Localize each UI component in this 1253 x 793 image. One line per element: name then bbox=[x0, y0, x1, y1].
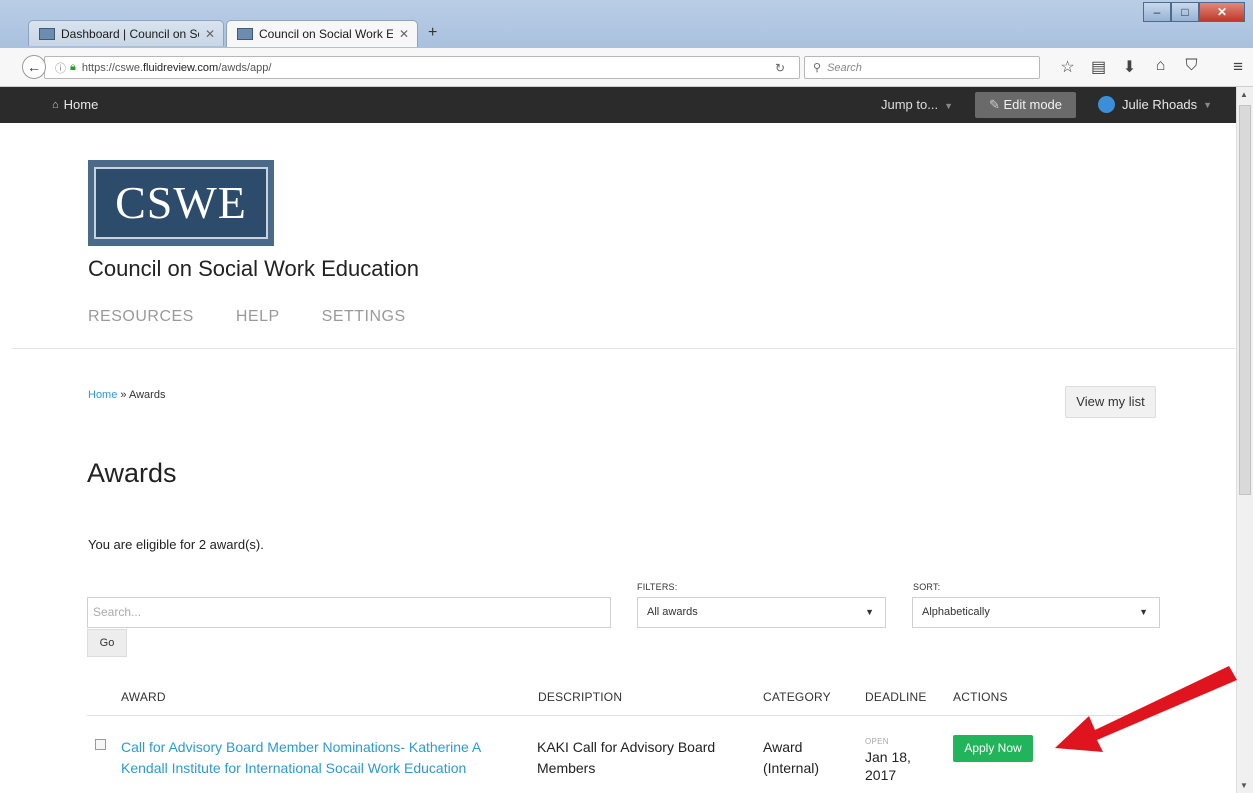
award-search-input[interactable]: Search... bbox=[87, 597, 611, 628]
reload-icon[interactable]: ↻ bbox=[775, 61, 785, 75]
tab-label: Dashboard | Council on So... bbox=[61, 26, 199, 41]
nav-help[interactable]: HELP bbox=[236, 308, 280, 326]
new-tab-button[interactable]: + bbox=[428, 24, 437, 42]
user-menu[interactable]: Julie Rhoads ▼ bbox=[1098, 96, 1212, 113]
jump-to-menu[interactable]: Jump to... ▼ bbox=[881, 97, 953, 112]
award-category: Award (Internal) bbox=[763, 739, 820, 776]
award-link[interactable]: Call for Advisory Board Member Nominatio… bbox=[121, 737, 521, 779]
cswe-favicon-icon bbox=[39, 27, 55, 40]
search-icon: ⚲ bbox=[813, 62, 822, 74]
go-button[interactable]: Go bbox=[87, 629, 127, 657]
url-bar[interactable]: ⓘ 🔒︎ https://cswe.fluidreview.com/awds/a… bbox=[44, 56, 800, 79]
page-title: Awards bbox=[87, 458, 177, 488]
eligibility-text: You are eligible for 2 award(s). bbox=[88, 537, 264, 552]
logo-text: CSWE bbox=[94, 167, 268, 239]
deadline-date: Jan 18, 2017 bbox=[865, 749, 911, 783]
browser-navbar: ⓘ 🔒︎ https://cswe.fluidreview.com/awds/a… bbox=[0, 48, 1253, 87]
deadline-status: OPEN bbox=[865, 737, 889, 746]
arrow-shape bbox=[1055, 666, 1237, 752]
annotation-arrow-icon bbox=[1055, 666, 1237, 752]
edit-mode-button[interactable]: ✎ Edit mode bbox=[975, 92, 1076, 118]
breadcrumb-home-link[interactable]: Home bbox=[88, 389, 117, 401]
filters-label: FILTERS: bbox=[637, 582, 678, 592]
cswe-favicon-icon bbox=[237, 28, 253, 40]
bookmark-star-icon[interactable]: ☆ bbox=[1052, 57, 1083, 77]
scrollbar-thumb[interactable] bbox=[1239, 105, 1251, 495]
header-deadline[interactable]: DEADLINE bbox=[865, 690, 927, 704]
header-actions: ACTIONS bbox=[953, 690, 1008, 704]
window-controls: – □ ✕ bbox=[1143, 2, 1245, 22]
pencil-icon: ✎ bbox=[988, 97, 1000, 112]
avatar-icon bbox=[1098, 96, 1115, 113]
browser-toolbar: ☆ ▤ ⬇ ⌂ ⛉ bbox=[1052, 57, 1207, 77]
main-nav: RESOURCES HELP SETTINGS bbox=[88, 308, 448, 326]
breadcrumb: Home » Awards bbox=[88, 389, 166, 401]
maximize-icon[interactable]: □ bbox=[1171, 2, 1199, 22]
lock-icon[interactable]: 🔒︎ bbox=[70, 61, 76, 74]
info-icon[interactable]: ⓘ bbox=[55, 60, 66, 76]
header-category[interactable]: CATEGORY bbox=[763, 690, 831, 704]
apply-now-button[interactable]: Apply Now bbox=[953, 735, 1033, 762]
tab-council[interactable]: Council on Social Work Ed... ✕ bbox=[226, 20, 418, 47]
close-window-icon[interactable]: ✕ bbox=[1199, 2, 1245, 22]
org-name: Council on Social Work Education bbox=[88, 256, 419, 281]
caret-down-icon: ▼ bbox=[944, 101, 953, 111]
view-my-list-button[interactable]: View my list bbox=[1065, 386, 1156, 418]
scroll-down-icon[interactable]: ▼ bbox=[1240, 781, 1248, 790]
app-topbar: ⌂ Home Jump to... ▼ ✎ Edit mode Julie Rho… bbox=[0, 87, 1253, 123]
home-icon[interactable]: ⌂ bbox=[1145, 57, 1176, 77]
filter-select[interactable]: All awards ▼ bbox=[637, 597, 886, 628]
home-icon: ⌂ bbox=[52, 98, 59, 111]
header-divider bbox=[12, 348, 1236, 349]
caret-down-icon: ▼ bbox=[865, 607, 874, 617]
menu-icon[interactable]: ≡ bbox=[1233, 57, 1243, 77]
breadcrumb-current: Awards bbox=[128, 389, 166, 401]
scroll-up-icon[interactable]: ▲ bbox=[1240, 90, 1248, 99]
close-icon[interactable]: ✕ bbox=[399, 27, 409, 41]
reading-list-icon[interactable]: ▤ bbox=[1083, 57, 1114, 77]
pocket-icon[interactable]: ⛉ bbox=[1176, 57, 1207, 77]
header-award[interactable]: AWARD bbox=[121, 690, 166, 704]
table-header-divider bbox=[87, 715, 1159, 716]
award-description: KAKI Call for Advisory Board Members bbox=[537, 739, 716, 776]
browser-titlebar: Dashboard | Council on So... ✕ Council o… bbox=[0, 0, 1253, 48]
browser-search-input[interactable]: ⚲ Search bbox=[804, 56, 1040, 79]
caret-down-icon: ▼ bbox=[1203, 99, 1213, 110]
tab-label: Council on Social Work Ed... bbox=[259, 27, 393, 41]
award-checkbox[interactable] bbox=[95, 739, 106, 750]
home-link[interactable]: ⌂ Home bbox=[52, 97, 98, 112]
close-icon[interactable]: ✕ bbox=[205, 27, 215, 41]
sort-label: SORT: bbox=[913, 582, 941, 592]
back-button[interactable]: ← bbox=[22, 55, 46, 79]
header-description[interactable]: DESCRIPTION bbox=[538, 690, 622, 704]
minimize-icon[interactable]: – bbox=[1143, 2, 1171, 22]
caret-down-icon: ▼ bbox=[1139, 607, 1148, 617]
url-text: https://cswe.fluidreview.com/awds/app/ bbox=[81, 61, 272, 74]
download-icon[interactable]: ⬇ bbox=[1114, 57, 1145, 77]
tab-dashboard[interactable]: Dashboard | Council on So... ✕ bbox=[28, 20, 224, 46]
nav-resources[interactable]: RESOURCES bbox=[88, 308, 194, 326]
sort-select[interactable]: Alphabetically ▼ bbox=[912, 597, 1160, 628]
cswe-logo[interactable]: CSWE bbox=[88, 160, 274, 246]
nav-settings[interactable]: SETTINGS bbox=[322, 308, 406, 326]
